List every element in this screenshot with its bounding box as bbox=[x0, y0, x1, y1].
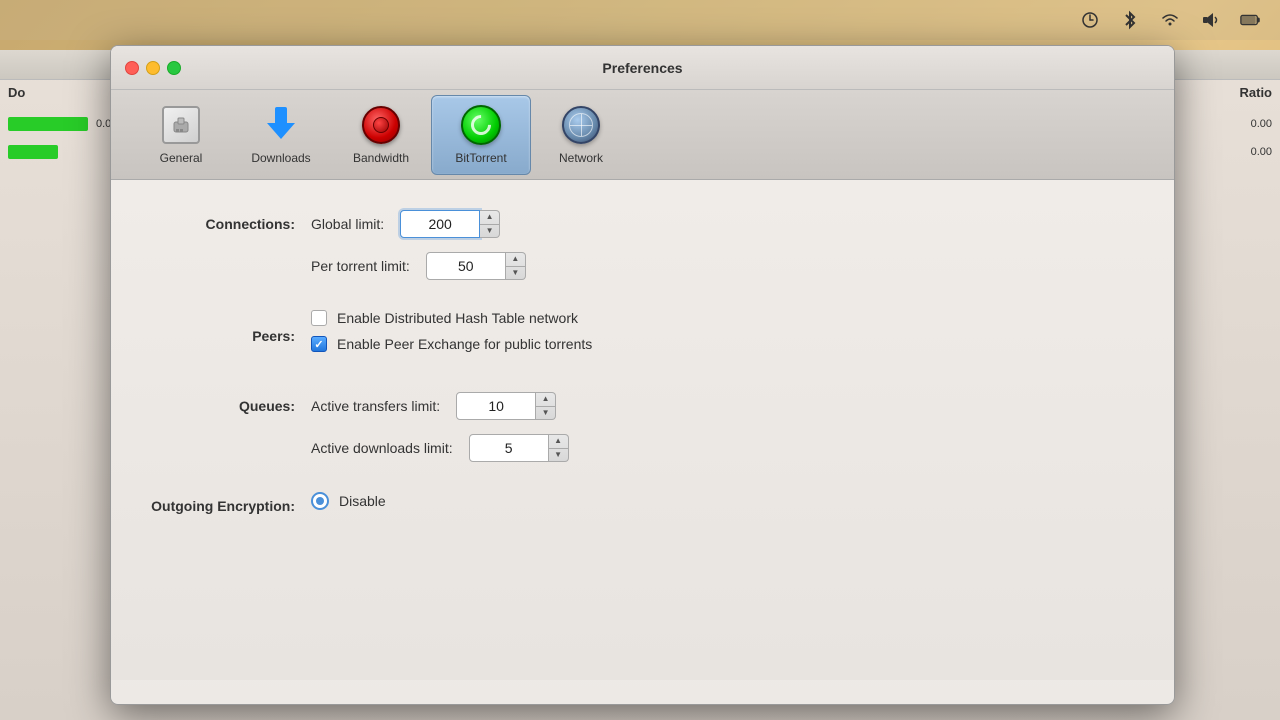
active-transfers-input[interactable] bbox=[456, 392, 536, 420]
encryption-options: Disable bbox=[311, 492, 386, 520]
general-icon-graphic bbox=[162, 106, 200, 144]
active-downloads-row: Active downloads limit: ▲ ▼ bbox=[151, 434, 1134, 462]
maximize-button[interactable] bbox=[167, 61, 181, 75]
active-downloads-up[interactable]: ▲ bbox=[549, 435, 568, 448]
globe-graphic bbox=[569, 113, 593, 137]
active-downloads-input-wrapper: ▲ ▼ bbox=[469, 434, 569, 462]
bg-progress-bar-2 bbox=[8, 145, 58, 159]
global-limit-label: Global limit: bbox=[311, 216, 384, 232]
global-limit-row: Connections: Global limit: ▲ ▼ bbox=[151, 210, 1134, 238]
peers-label: Peers: bbox=[151, 328, 311, 344]
queues-label: Queues: bbox=[151, 398, 311, 414]
active-downloads-down[interactable]: ▼ bbox=[549, 449, 568, 462]
bittorrent-icon bbox=[461, 105, 501, 145]
downloads-label: Downloads bbox=[251, 151, 310, 165]
wifi-icon bbox=[1160, 10, 1180, 30]
disable-radio[interactable] bbox=[311, 492, 329, 510]
general-icon bbox=[161, 105, 201, 145]
bandwidth-label: Bandwidth bbox=[353, 151, 409, 165]
global-limit-down[interactable]: ▼ bbox=[480, 225, 499, 238]
queues-section: Queues: Active transfers limit: ▲ ▼ Acti… bbox=[151, 392, 1134, 462]
bg-ratio-val-2: 0.00 bbox=[1251, 146, 1272, 158]
network-icon-graphic bbox=[562, 106, 600, 144]
encryption-label: Outgoing Encryption: bbox=[151, 498, 311, 514]
active-transfers-up[interactable]: ▲ bbox=[536, 393, 555, 406]
bg-ratio-val-1: 0.00 bbox=[1251, 118, 1272, 130]
toolbar: General Downloads Bandwidth bbox=[111, 90, 1174, 180]
per-torrent-label: Per torrent limit: bbox=[311, 258, 410, 274]
macos-topbar bbox=[0, 0, 1280, 40]
active-transfers-label: Active transfers limit: bbox=[311, 398, 440, 414]
active-downloads-stepper: ▲ ▼ bbox=[549, 434, 569, 462]
toolbar-item-bittorrent[interactable]: BitTorrent bbox=[431, 95, 531, 175]
bg-col-do: Do bbox=[0, 80, 110, 105]
global-limit-input[interactable] bbox=[400, 210, 480, 238]
peers-row: Peers: Enable Distributed Hash Table net… bbox=[151, 310, 1134, 362]
disable-label: Disable bbox=[339, 493, 386, 509]
active-transfers-down[interactable]: ▼ bbox=[536, 407, 555, 420]
bittorrent-inner bbox=[467, 110, 495, 138]
per-torrent-limit-row: Per torrent limit: ▲ ▼ bbox=[151, 252, 1134, 280]
peers-checkboxes: Enable Distributed Hash Table network En… bbox=[311, 310, 592, 362]
connections-section: Connections: Global limit: ▲ ▼ Per torre… bbox=[151, 210, 1134, 280]
pex-label: Enable Peer Exchange for public torrents bbox=[337, 336, 592, 352]
window-title: Preferences bbox=[602, 60, 682, 76]
window-controls bbox=[125, 61, 181, 75]
disable-radio-row: Disable bbox=[311, 492, 386, 510]
minimize-button[interactable] bbox=[146, 61, 160, 75]
per-torrent-up[interactable]: ▲ bbox=[506, 253, 525, 266]
time-machine-icon bbox=[1080, 10, 1100, 30]
network-label: Network bbox=[559, 151, 603, 165]
active-downloads-label: Active downloads limit: bbox=[311, 440, 453, 456]
bandwidth-icon-graphic bbox=[362, 106, 400, 144]
per-torrent-down[interactable]: ▼ bbox=[506, 267, 525, 280]
preferences-window: Preferences General bbox=[110, 45, 1175, 705]
general-label: General bbox=[160, 151, 203, 165]
bluetooth-icon bbox=[1120, 10, 1140, 30]
dht-row: Enable Distributed Hash Table network bbox=[311, 310, 592, 326]
per-torrent-input-wrapper: ▲ ▼ bbox=[426, 252, 526, 280]
bg-progress-bar-1 bbox=[8, 117, 88, 131]
active-downloads-input[interactable] bbox=[469, 434, 549, 462]
outgoing-encryption-section: Outgoing Encryption: Disable bbox=[151, 492, 1134, 520]
toolbar-item-bandwidth[interactable]: Bandwidth bbox=[331, 95, 431, 175]
titlebar: Preferences bbox=[111, 46, 1174, 90]
active-transfers-input-wrapper: ▲ ▼ bbox=[456, 392, 556, 420]
bittorrent-label: BitTorrent bbox=[455, 151, 506, 165]
content-area: Connections: Global limit: ▲ ▼ Per torre… bbox=[111, 180, 1174, 680]
bittorrent-icon-graphic bbox=[461, 105, 501, 145]
active-transfers-stepper: ▲ ▼ bbox=[536, 392, 556, 420]
peers-section: Peers: Enable Distributed Hash Table net… bbox=[151, 310, 1134, 362]
network-icon bbox=[561, 105, 601, 145]
per-torrent-stepper: ▲ ▼ bbox=[506, 252, 526, 280]
global-limit-up[interactable]: ▲ bbox=[480, 211, 499, 224]
toolbar-item-network[interactable]: Network bbox=[531, 95, 631, 175]
audio-icon bbox=[1200, 10, 1220, 30]
battery-icon bbox=[1240, 10, 1260, 30]
pex-row: Enable Peer Exchange for public torrents bbox=[311, 336, 592, 352]
dht-label: Enable Distributed Hash Table network bbox=[337, 310, 578, 326]
bg-col-ratio: Ratio bbox=[1220, 80, 1280, 105]
pex-checkbox[interactable] bbox=[311, 336, 327, 352]
active-transfers-row: Queues: Active transfers limit: ▲ ▼ bbox=[151, 392, 1134, 420]
connections-label: Connections: bbox=[151, 216, 311, 232]
bandwidth-icon bbox=[361, 105, 401, 145]
encryption-row: Outgoing Encryption: Disable bbox=[151, 492, 1134, 520]
global-limit-input-wrapper: ▲ ▼ bbox=[400, 210, 500, 238]
per-torrent-input[interactable] bbox=[426, 252, 506, 280]
toolbar-item-general[interactable]: General bbox=[131, 95, 231, 175]
dht-checkbox[interactable] bbox=[311, 310, 327, 326]
downloads-icon bbox=[261, 105, 301, 145]
close-button[interactable] bbox=[125, 61, 139, 75]
global-limit-stepper: ▲ ▼ bbox=[480, 210, 500, 238]
toolbar-item-downloads[interactable]: Downloads bbox=[231, 95, 331, 175]
